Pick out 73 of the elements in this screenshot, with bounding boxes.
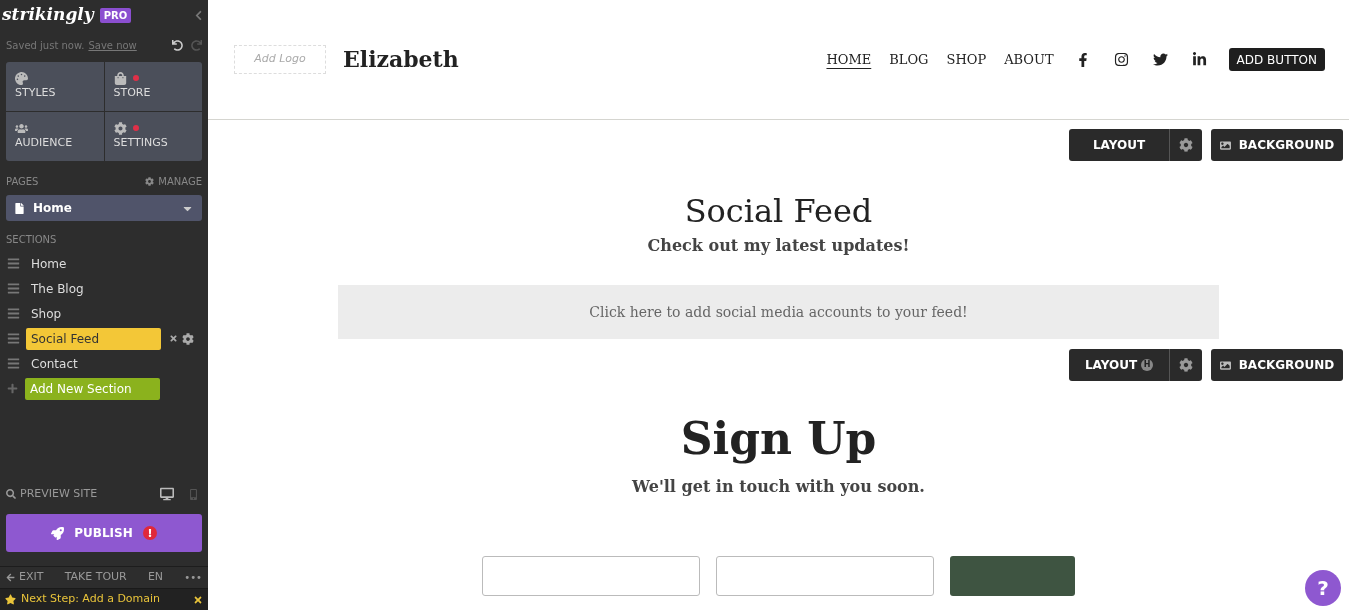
- mobile-icon[interactable]: [188, 488, 199, 500]
- section-item[interactable]: Home: [26, 252, 161, 275]
- page-icon: [14, 202, 25, 214]
- sections-label: SECTIONS: [5, 233, 58, 247]
- section-subtitle: We'll get in touch with you soon.: [631, 476, 926, 498]
- help-button[interactable]: ?: [1305, 570, 1341, 606]
- section-item[interactable]: The Blog: [26, 277, 161, 300]
- twitter-icon[interactable]: [1152, 52, 1168, 67]
- background-button[interactable]: BACKGROUND: [1211, 129, 1343, 161]
- section-title: Sign Up: [679, 412, 878, 466]
- language-button[interactable]: EN: [147, 569, 164, 586]
- nav-link[interactable]: HOME: [826, 49, 872, 70]
- settings-icon[interactable]: [182, 332, 194, 345]
- tile-icon: [113, 71, 127, 85]
- add-button[interactable]: ADD BUTTON: [1228, 48, 1325, 71]
- section-item[interactable]: Social Feed: [26, 327, 161, 350]
- section-title: Social Feed: [683, 191, 874, 231]
- drag-handle-icon[interactable]: [7, 357, 20, 370]
- tile-icon: [15, 71, 28, 85]
- menu-tile[interactable]: STORE: [104, 62, 202, 111]
- menu-tile[interactable]: SETTINGS: [104, 112, 202, 161]
- publish-button[interactable]: PUBLISH: [6, 514, 202, 552]
- drag-handle-icon[interactable]: [7, 257, 20, 270]
- star-icon: [5, 594, 16, 605]
- preview-link[interactable]: PREVIEW SITE: [20, 485, 98, 503]
- menu-tile[interactable]: STYLES: [6, 62, 104, 111]
- section-item[interactable]: Contact: [26, 352, 161, 375]
- image-icon: [1219, 359, 1231, 371]
- next-step-bar[interactable]: Next Step: Add a Domain: [0, 588, 208, 610]
- alert-icon: [142, 526, 157, 540]
- drag-handle-icon[interactable]: [7, 332, 20, 345]
- logo: strikingly: [2, 3, 94, 27]
- nav-link[interactable]: BLOG: [889, 49, 929, 70]
- input-field[interactable]: [482, 556, 700, 596]
- take-tour-button[interactable]: TAKE TOUR: [64, 569, 127, 586]
- linkedin-icon[interactable]: [1191, 52, 1207, 67]
- close-icon[interactable]: [169, 334, 178, 343]
- pages-label: PAGES: [6, 175, 39, 189]
- social-feed-placeholder[interactable]: Click here to add social media accounts to your feed!: [338, 285, 1219, 339]
- save-status: Saved just now.: [6, 38, 85, 53]
- background-button[interactable]: BACKGROUND: [1211, 349, 1343, 381]
- close-icon: [193, 594, 203, 605]
- drag-handle-icon[interactable]: [7, 282, 20, 295]
- tile-icon: [113, 121, 127, 135]
- search-icon: [6, 489, 16, 499]
- input-field[interactable]: [716, 556, 934, 596]
- instagram-icon[interactable]: [1113, 52, 1129, 67]
- section-subtitle: Check out my latest updates!: [646, 235, 911, 257]
- image-icon: [1219, 139, 1231, 151]
- drag-handle-icon[interactable]: [7, 307, 20, 320]
- more-button[interactable]: •••: [184, 570, 202, 585]
- page-select[interactable]: Home: [6, 195, 202, 221]
- site-title: Elizabeth: [343, 45, 459, 74]
- arrow-left-icon: [6, 573, 15, 582]
- tile-icon: [15, 121, 28, 135]
- redo-icon[interactable]: [191, 39, 202, 51]
- nav-link[interactable]: ABOUT: [1004, 49, 1054, 70]
- manage-button[interactable]: MANAGE: [145, 174, 202, 189]
- nav-link[interactable]: SHOP: [946, 49, 987, 70]
- pro-badge: PRO: [99, 7, 132, 23]
- next-step-text: Next Step: Add a Domain: [21, 591, 161, 608]
- plus-icon: [7, 383, 18, 394]
- settings-icon: [1179, 358, 1193, 372]
- section-item[interactable]: Shop: [26, 302, 161, 325]
- settings-icon: [145, 177, 155, 186]
- hotkey-badge: H: [1141, 359, 1154, 371]
- collapse-icon[interactable]: [193, 9, 204, 21]
- undo-icon[interactable]: [172, 39, 183, 51]
- exit-button[interactable]: EXIT: [6, 569, 44, 586]
- desktop-icon[interactable]: [160, 487, 174, 501]
- rocket-icon: [51, 526, 65, 540]
- menu-tile[interactable]: AUDIENCE: [6, 112, 104, 161]
- settings-icon: [1179, 138, 1193, 152]
